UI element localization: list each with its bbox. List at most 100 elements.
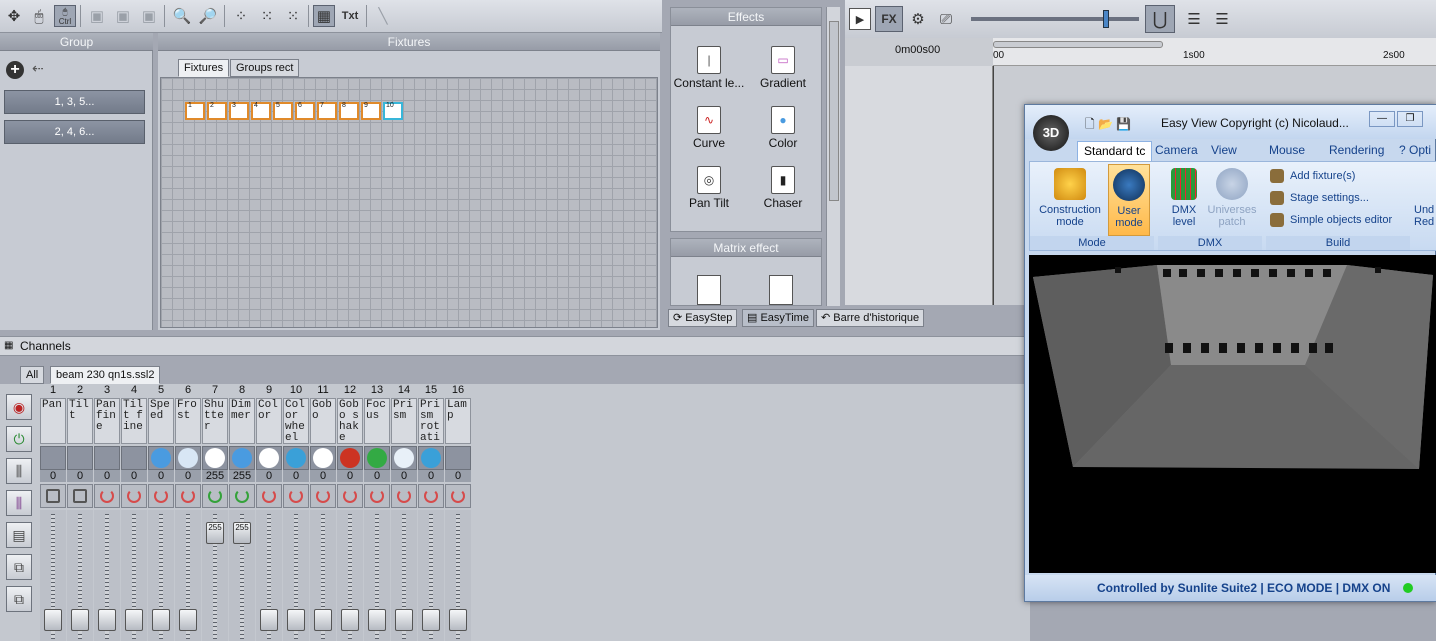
channel-fader[interactable]: [391, 510, 417, 641]
channel-function-icon[interactable]: [148, 446, 174, 470]
tab-easytime[interactable]: ▤ EasyTime: [742, 309, 814, 327]
channel-mode-knob-icon[interactable]: [94, 484, 120, 508]
list-arrows-icon[interactable]: ☰: [1211, 8, 1233, 30]
channel-mode-knob-icon[interactable]: [202, 484, 228, 508]
channel-mode-knob-icon[interactable]: [337, 484, 363, 508]
channel-mode-knob-icon[interactable]: [229, 484, 255, 508]
tab-mouse[interactable]: Mouse: [1263, 141, 1311, 161]
ctrl-mouse-icon[interactable]: 🖱 Ctrl: [54, 5, 76, 27]
fixture-10[interactable]: 10: [383, 102, 403, 120]
channel-fader[interactable]: [283, 510, 309, 641]
group-button-odd[interactable]: 1, 3, 5...: [4, 90, 145, 114]
fixture-5[interactable]: 5: [273, 102, 293, 120]
channel-function-icon[interactable]: [445, 446, 471, 470]
tab-history-bar[interactable]: ↶ Barre d'historique: [816, 309, 925, 327]
fader-handle[interactable]: [179, 609, 197, 631]
effect-gradient[interactable]: ▭ Gradient: [745, 46, 821, 90]
mouse-icon[interactable]: 🖱: [28, 5, 50, 27]
fixture-8[interactable]: 8: [339, 102, 359, 120]
add-fixture-3-icon[interactable]: ▣: [138, 5, 160, 27]
channel-fader[interactable]: [445, 510, 471, 641]
channel-fader[interactable]: [67, 510, 93, 641]
faders-color-icon[interactable]: ⫼: [6, 490, 32, 516]
tab-view[interactable]: View: [1205, 141, 1243, 161]
fader-handle[interactable]: [260, 609, 278, 631]
tab-easystep[interactable]: ⟳ EasyStep: [668, 309, 738, 327]
minimize-icon[interactable]: —: [1369, 111, 1395, 127]
channel-function-icon[interactable]: [202, 446, 228, 470]
effects-scrollbar[interactable]: [826, 7, 840, 306]
channel-function-icon[interactable]: [229, 446, 255, 470]
dots-2-icon[interactable]: ⁙: [256, 5, 278, 27]
simple-objects-editor-button[interactable]: Simple objects editor: [1270, 210, 1392, 230]
channel-fader[interactable]: [418, 510, 444, 641]
effect-chaser[interactable]: ▮ Chaser: [745, 166, 821, 210]
fader-handle[interactable]: [44, 609, 62, 631]
universes-patch-button[interactable]: Universes patch: [1206, 168, 1258, 228]
channel-function-icon[interactable]: [256, 446, 282, 470]
group-button-even[interactable]: 2, 4, 6...: [4, 120, 145, 144]
channel-mode-knob-icon[interactable]: [445, 484, 471, 508]
channel-fader[interactable]: [94, 510, 120, 641]
fader-handle[interactable]: [368, 609, 386, 631]
fader-handle[interactable]: [152, 609, 170, 631]
channel-function-icon[interactable]: [175, 446, 201, 470]
channel-fader[interactable]: 255: [229, 510, 255, 641]
tab-options[interactable]: ? Opti: [1393, 141, 1436, 161]
layout-icon[interactable]: ▤: [6, 522, 32, 548]
channel-function-icon[interactable]: [391, 446, 417, 470]
list-icon[interactable]: ☰: [1183, 8, 1205, 30]
channel-mode-knob-icon[interactable]: [148, 484, 174, 508]
timeline-ruler[interactable]: 00 1s00 2s00: [993, 38, 1436, 66]
import-group-icon[interactable]: ⇠: [32, 60, 50, 80]
fader-handle[interactable]: [314, 609, 332, 631]
construction-mode-button[interactable]: Construction mode: [1034, 168, 1106, 228]
zoom-in-icon[interactable]: 🔎: [197, 5, 219, 27]
tab-groups-rect[interactable]: Groups rect: [230, 59, 300, 77]
fixture-9[interactable]: 9: [361, 102, 381, 120]
fixture-grid[interactable]: 1 2 3 4 5 6 7 8 9 10: [160, 77, 658, 328]
dots-1-icon[interactable]: ⁘: [230, 5, 252, 27]
tab-fixtures[interactable]: Fixtures: [178, 59, 230, 77]
text-icon[interactable]: Txt: [339, 5, 361, 27]
stage-settings-button[interactable]: Stage settings...: [1270, 188, 1369, 208]
3d-logo-icon[interactable]: 3D: [1033, 115, 1069, 151]
tab-all[interactable]: All: [20, 366, 45, 384]
tab-standard[interactable]: Standard tc: [1077, 141, 1153, 161]
fixture-3[interactable]: 3: [229, 102, 249, 120]
line-icon[interactable]: ╲: [372, 5, 394, 27]
channel-fader[interactable]: 255: [202, 510, 228, 641]
channel-function-icon[interactable]: [418, 446, 444, 470]
add-fixture-icon[interactable]: ▣: [86, 5, 108, 27]
grid-icon[interactable]: ▦: [313, 5, 335, 27]
channel-function-icon[interactable]: [337, 446, 363, 470]
record-icon[interactable]: ⎚: [935, 8, 957, 30]
channel-mode-knob-icon[interactable]: [364, 484, 390, 508]
add-group-icon[interactable]: +: [6, 61, 24, 79]
user-mode-button[interactable]: User mode: [1108, 164, 1150, 236]
channel-mode-knob-icon[interactable]: [310, 484, 336, 508]
channel-fader[interactable]: [364, 510, 390, 641]
tab-fixture-profile[interactable]: beam 230 qn1s.ssl2: [50, 366, 161, 384]
fader-handle[interactable]: 255: [206, 522, 224, 544]
zoom-out-icon[interactable]: 🔍: [171, 5, 193, 27]
fixture-6[interactable]: 6: [295, 102, 315, 120]
channel-function-icon[interactable]: [310, 446, 336, 470]
fader-handle[interactable]: [422, 609, 440, 631]
channel-function-icon[interactable]: [40, 446, 66, 470]
quick-access-icons[interactable]: 🗋 📂 💾: [1085, 115, 1131, 136]
channel-mode-knob-icon[interactable]: [418, 484, 444, 508]
magnet-icon[interactable]: ⋃: [1145, 5, 1175, 33]
dmx-level-button[interactable]: DMX level: [1162, 168, 1206, 228]
channel-fader[interactable]: [121, 510, 147, 641]
effect-color[interactable]: ● Color: [745, 106, 821, 150]
fader-handle[interactable]: 255: [233, 522, 251, 544]
faders-icon[interactable]: ⫼: [6, 458, 32, 484]
fixture-2[interactable]: 2: [207, 102, 227, 120]
play-icon[interactable]: ▶: [849, 8, 871, 30]
fader-handle[interactable]: [98, 609, 116, 631]
fader-handle[interactable]: [341, 609, 359, 631]
channel-mode-knob-icon[interactable]: [283, 484, 309, 508]
settings-gear-icon[interactable]: ⚙: [907, 8, 929, 30]
effect-pan-tilt[interactable]: ◎ Pan Tilt: [671, 166, 747, 210]
